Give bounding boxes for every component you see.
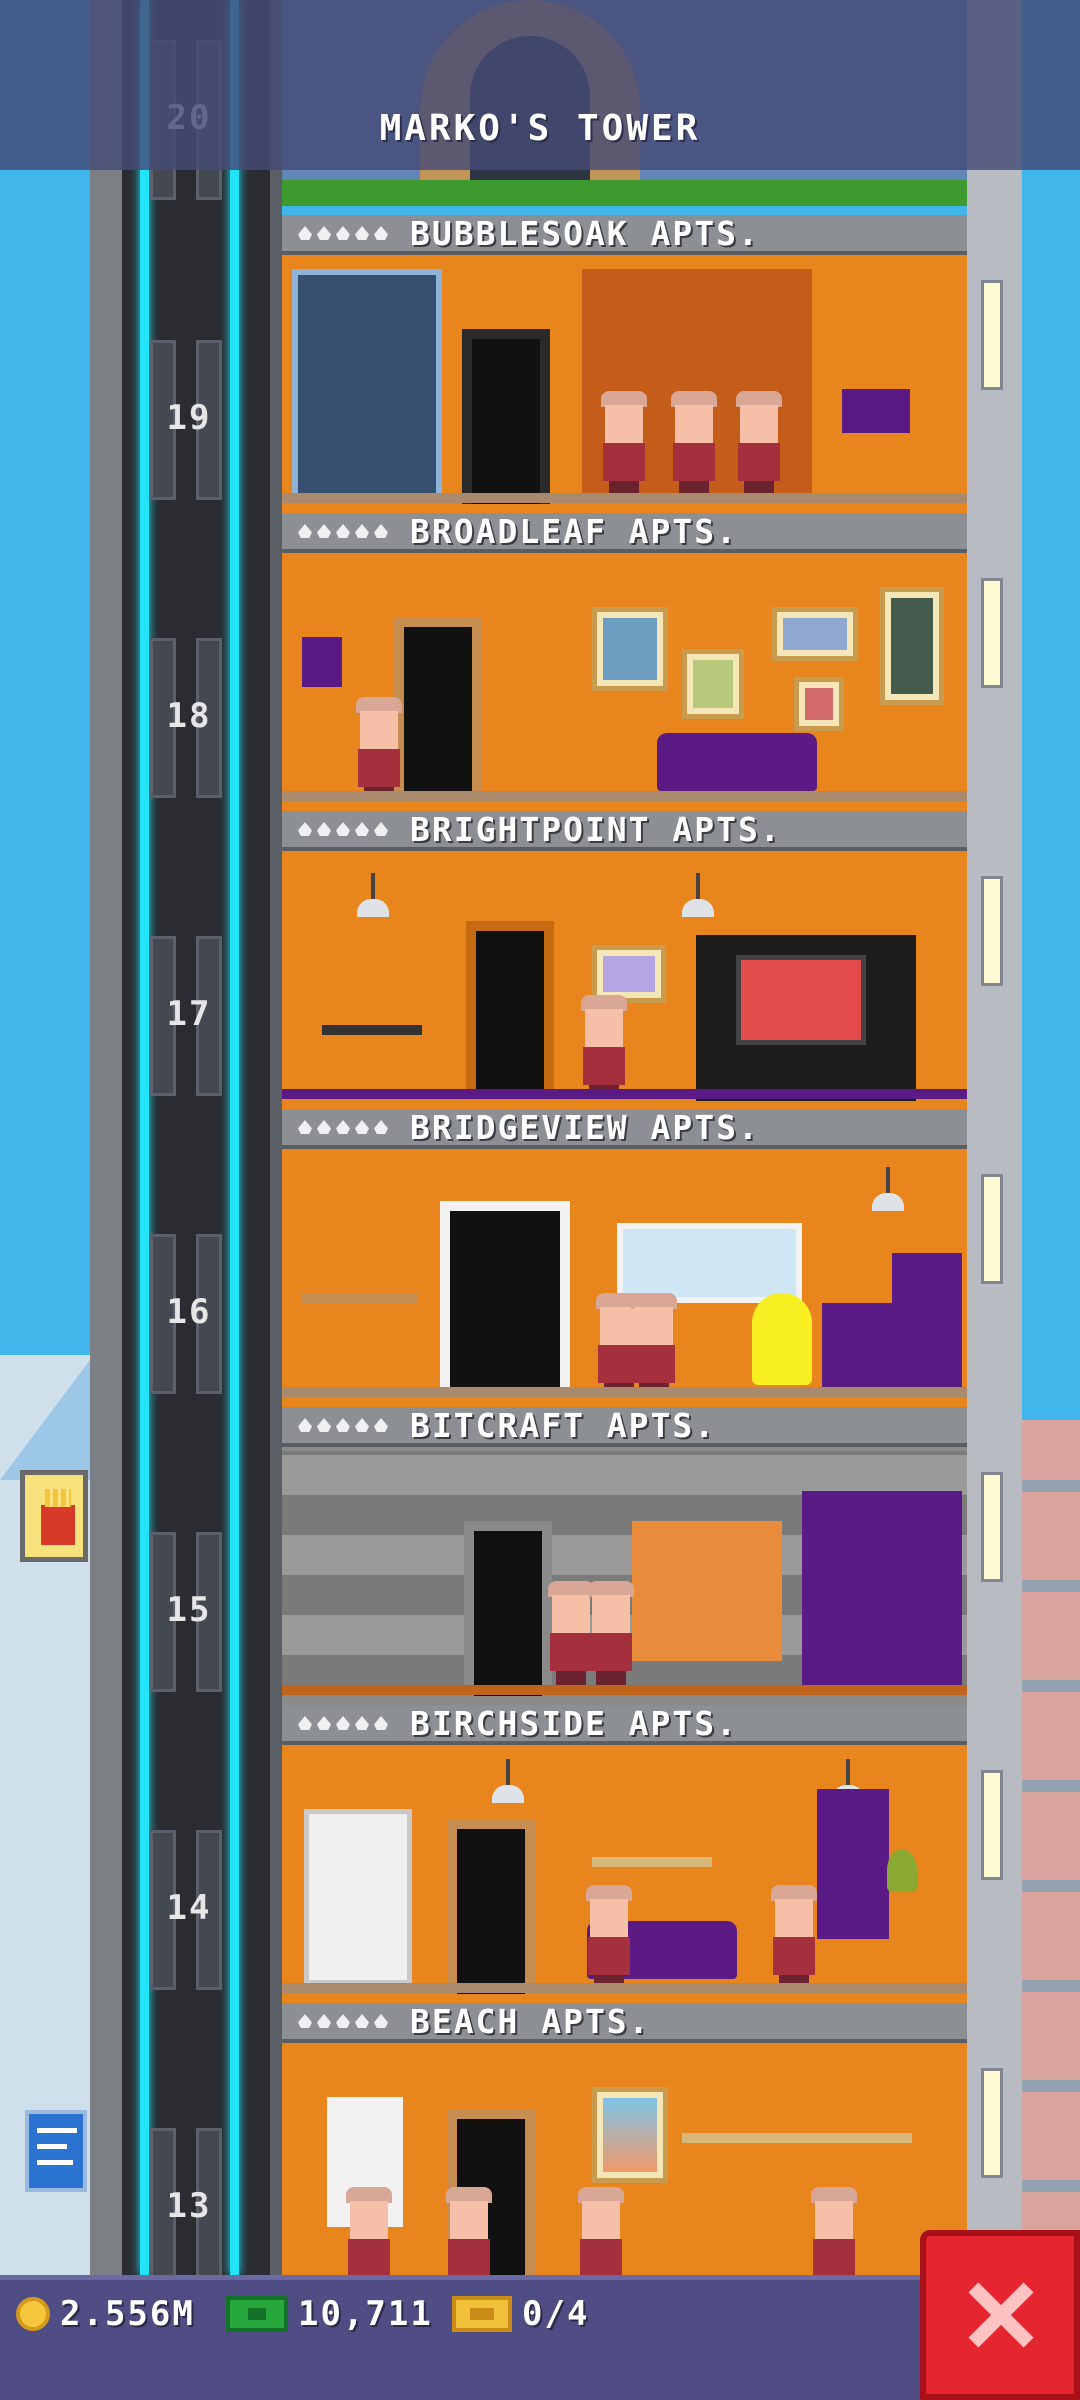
wall-shelf xyxy=(682,2133,912,2143)
spa-shower xyxy=(292,269,442,499)
star-icon xyxy=(298,226,388,240)
floor-name: BROADLEAF APTS. xyxy=(410,511,739,551)
star-icon xyxy=(298,822,388,836)
resident[interactable] xyxy=(732,391,786,495)
bux-stat[interactable]: 10,711 xyxy=(226,2294,433,2334)
floor-name: BIRCHSIDE APTS. xyxy=(410,1703,739,1743)
door xyxy=(466,921,554,1096)
door xyxy=(440,1201,570,1397)
floor-18[interactable]: BROADLEAF APTS. xyxy=(282,511,967,811)
floor-name: BRIDGEVIEW APTS. xyxy=(410,1107,760,1147)
coin-icon xyxy=(16,2297,50,2331)
floor-number: 18 xyxy=(166,696,212,736)
painting-frame xyxy=(592,607,668,691)
star-icon xyxy=(298,1418,388,1432)
wood-block-wall xyxy=(632,1521,782,1661)
fries-billboard xyxy=(20,1470,88,1562)
wall-shelf xyxy=(302,1293,418,1303)
door xyxy=(394,617,482,792)
tickets-value: 0/4 xyxy=(522,2294,590,2334)
bux-value: 10,711 xyxy=(298,2294,433,2334)
ceiling-lamp xyxy=(492,1759,524,1803)
coins-value: 2.556M xyxy=(60,2294,195,2334)
oven xyxy=(822,1303,892,1387)
floor-name: BITCRAFT APTS. xyxy=(410,1405,717,1445)
bookshelf xyxy=(304,1809,412,1985)
ceiling-lamp xyxy=(357,873,389,917)
floor-name: BRIGHTPOINT APTS. xyxy=(410,809,782,849)
resident[interactable] xyxy=(584,1581,638,1685)
painting-frame xyxy=(772,607,858,661)
resident[interactable] xyxy=(667,391,721,495)
close-icon xyxy=(965,2280,1035,2350)
painting-frame xyxy=(592,2087,668,2183)
floor-19[interactable]: BUBBLESOAK APTS. xyxy=(282,213,967,513)
painting-frame xyxy=(880,587,944,705)
floor-number: 19 xyxy=(166,398,212,438)
resident[interactable] xyxy=(577,995,631,1099)
floor-header: BUBBLESOAK APTS. xyxy=(282,213,967,255)
resident[interactable] xyxy=(597,391,651,495)
floor-number: 16 xyxy=(166,1292,212,1332)
yellow-suit-visitor[interactable] xyxy=(752,1293,812,1385)
resident[interactable] xyxy=(767,1885,821,1989)
stool xyxy=(842,389,910,433)
star-icon xyxy=(298,2014,388,2028)
door xyxy=(447,1819,535,1994)
floor-15[interactable]: BITCRAFT APTS. xyxy=(282,1405,967,1705)
elevator-cable-left xyxy=(140,0,149,2275)
roof-grass xyxy=(282,180,967,206)
floor-name: BUBBLESOAK APTS. xyxy=(410,213,760,253)
floor-14[interactable]: BIRCHSIDE APTS. xyxy=(282,1703,967,2003)
floor-number: 13 xyxy=(166,2186,212,2226)
floor-header: BITCRAFT APTS. xyxy=(282,1405,967,1447)
floor-17[interactable]: BRIGHTPOINT APTS. xyxy=(282,809,967,1109)
floor-header: BRIGHTPOINT APTS. xyxy=(282,809,967,851)
potted-plant xyxy=(887,1849,917,1891)
floor-number: 15 xyxy=(166,1590,212,1630)
resident[interactable] xyxy=(582,1885,636,1989)
resident[interactable] xyxy=(352,697,406,801)
floor-number: 14 xyxy=(166,1888,212,1928)
wall-shelf xyxy=(592,1857,712,1867)
fridge xyxy=(892,1253,962,1387)
floor-13[interactable]: BEACH APTS. xyxy=(282,2001,967,2301)
window xyxy=(617,1223,802,1303)
ceiling-lamp xyxy=(682,873,714,917)
tower-left-column xyxy=(270,0,282,2275)
star-icon xyxy=(298,1716,388,1730)
painting-frame xyxy=(794,677,844,731)
ceiling-lamp xyxy=(872,1167,904,1211)
coins-stat[interactable]: 2.556M xyxy=(16,2294,195,2334)
floor-16[interactable]: BRIDGEVIEW APTS. xyxy=(282,1107,967,1407)
lamp-shade xyxy=(302,637,342,687)
ticket-icon xyxy=(452,2296,512,2332)
background-mountain xyxy=(0,1360,90,1480)
floor-header: BRIDGEVIEW APTS. xyxy=(282,1107,967,1149)
purple-block-wall xyxy=(802,1491,962,1685)
background-building-right xyxy=(1020,1420,1080,2275)
floor-header: BROADLEAF APTS. xyxy=(282,511,967,553)
resident[interactable] xyxy=(627,1293,681,1397)
dining-table xyxy=(322,1025,422,1035)
close-button[interactable] xyxy=(920,2230,1080,2400)
purple-curtain xyxy=(817,1789,889,1939)
star-icon xyxy=(298,524,388,538)
blue-sign xyxy=(25,2110,87,2192)
sofa xyxy=(657,733,817,791)
floor-header: BIRCHSIDE APTS. xyxy=(282,1703,967,1745)
tv-cabinet xyxy=(696,935,916,1101)
floor-number: 17 xyxy=(166,994,212,1034)
door xyxy=(464,1521,552,1696)
floor-name: BEACH APTS. xyxy=(410,2001,651,2041)
floor-header: BEACH APTS. xyxy=(282,2001,967,2043)
tower-right-column xyxy=(967,0,1022,2275)
star-icon xyxy=(298,1120,388,1134)
painting-frame xyxy=(682,649,744,719)
bux-icon xyxy=(226,2296,288,2332)
door xyxy=(462,329,550,504)
tickets-stat[interactable]: 0/4 xyxy=(452,2294,589,2334)
tower-title[interactable]: MARKO'S TOWER xyxy=(0,108,1080,149)
